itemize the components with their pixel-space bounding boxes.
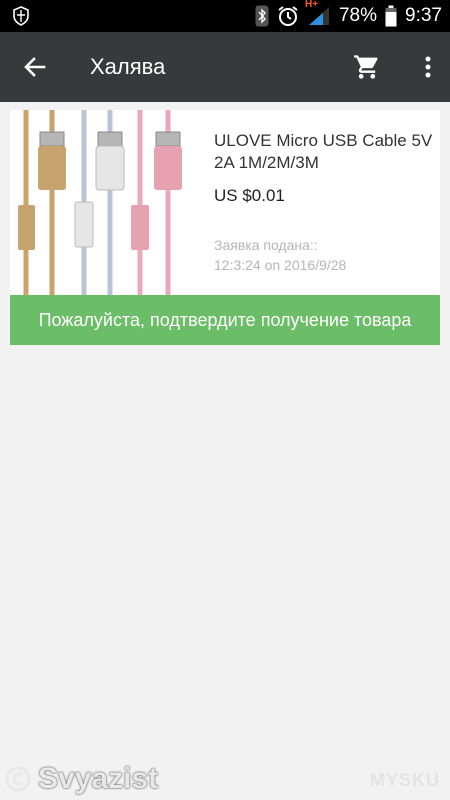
bluetooth-icon: [255, 5, 269, 27]
confirm-receipt-button[interactable]: Пожалуйста, подтвердите получение товара: [10, 295, 440, 345]
app-bar: Халява: [0, 32, 450, 102]
cart-icon: [353, 53, 381, 81]
back-button[interactable]: [0, 32, 70, 102]
more-vertical-icon: [424, 55, 432, 79]
watermark-svyazist: Svyazist: [4, 762, 158, 796]
battery-icon: [385, 5, 397, 27]
product-price: US $0.01: [214, 186, 285, 205]
order-date: 12:3:24 on 2016/9/28: [214, 257, 347, 273]
copyright-icon: [4, 765, 32, 793]
watermark-mysku: MYSKU: [369, 770, 440, 790]
order-card[interactable]: ULOVE Micro USB Cable 5V 2A 1M/2M/3M US …: [10, 110, 440, 345]
arrow-left-icon: [23, 55, 47, 79]
order-status-label: Заявка подана::: [214, 237, 318, 253]
more-options-button[interactable]: [406, 32, 450, 102]
alarm-icon: [277, 5, 299, 27]
status-bar: H+ 78% 9:37: [0, 0, 450, 32]
product-name[interactable]: ULOVE Micro USB Cable 5V 2A 1M/2M/3M: [214, 130, 434, 174]
page-title: Халява: [90, 54, 166, 79]
signal-icon: H+: [305, 0, 331, 27]
watermark-left-text: Svyazist: [38, 762, 159, 795]
battery-percent: 78%: [338, 5, 378, 26]
clock: 9:37: [405, 5, 442, 26]
status-right: H+ 78% 9:37: [255, 0, 442, 27]
network-type: H+: [304, 0, 319, 10]
status-left: [12, 6, 30, 26]
cart-button[interactable]: [342, 32, 392, 102]
shield-icon: [12, 6, 30, 26]
product-image[interactable]: [10, 110, 200, 295]
